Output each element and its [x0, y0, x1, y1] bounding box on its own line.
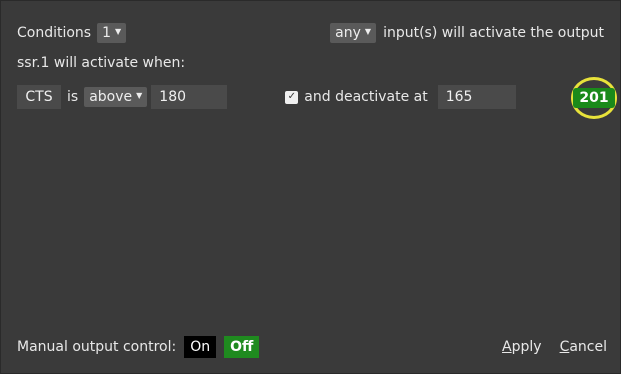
conditions-label: Conditions	[17, 25, 92, 41]
chevron-down-icon: ▼	[136, 91, 143, 100]
activation-mode-select[interactable]: any ▼	[330, 23, 377, 43]
chevron-down-icon: ▼	[115, 27, 122, 36]
output-conditions-dialog: Conditions 1 ▼ any ▼ input(s) will activ…	[0, 0, 621, 374]
manual-control-label: Manual output control:	[17, 339, 177, 355]
input-source-select[interactable]: CTS	[17, 85, 61, 109]
deactivate-control: ✓ and deactivate at	[285, 85, 516, 109]
chevron-down-icon: ▼	[364, 27, 372, 36]
cancel-label: ancel	[569, 339, 607, 355]
deactivate-input[interactable]	[437, 85, 516, 109]
cancel-mnemonic: C	[559, 339, 570, 355]
activation-mode-value: any	[335, 25, 361, 41]
conditions-count-select[interactable]: 1 ▼	[97, 23, 127, 43]
manual-off-button[interactable]: Off	[224, 336, 260, 358]
comparison-value: above	[89, 89, 133, 105]
activation-when-label: ssr.1 will activate when:	[17, 55, 186, 71]
conditions-count-value: 1	[102, 25, 112, 41]
apply-mnemonic: A	[502, 339, 512, 355]
footer: Manual output control: On Off Apply Canc…	[17, 335, 610, 359]
activation-description: input(s) will activate the output	[383, 25, 604, 41]
deactivate-checkbox[interactable]: ✓	[285, 90, 299, 104]
threshold-input[interactable]	[151, 85, 228, 109]
is-label: is	[67, 89, 79, 105]
comparison-select[interactable]: above ▼	[84, 87, 148, 107]
deactivate-label: and deactivate at	[304, 89, 428, 105]
checkmark-icon: ✓	[287, 91, 296, 102]
condition-row: CTS is above ▼ ✓ and deactivate at	[17, 83, 612, 111]
apply-label: pply	[511, 339, 542, 355]
current-value-indicator: 201	[571, 77, 617, 119]
cancel-button[interactable]: Cancel	[557, 339, 610, 355]
manual-on-button[interactable]: On	[184, 336, 217, 358]
current-value: 201	[573, 88, 615, 108]
apply-button[interactable]: Apply	[499, 339, 545, 355]
conditions-header: Conditions 1 ▼ any ▼ input(s) will activ…	[17, 21, 604, 45]
